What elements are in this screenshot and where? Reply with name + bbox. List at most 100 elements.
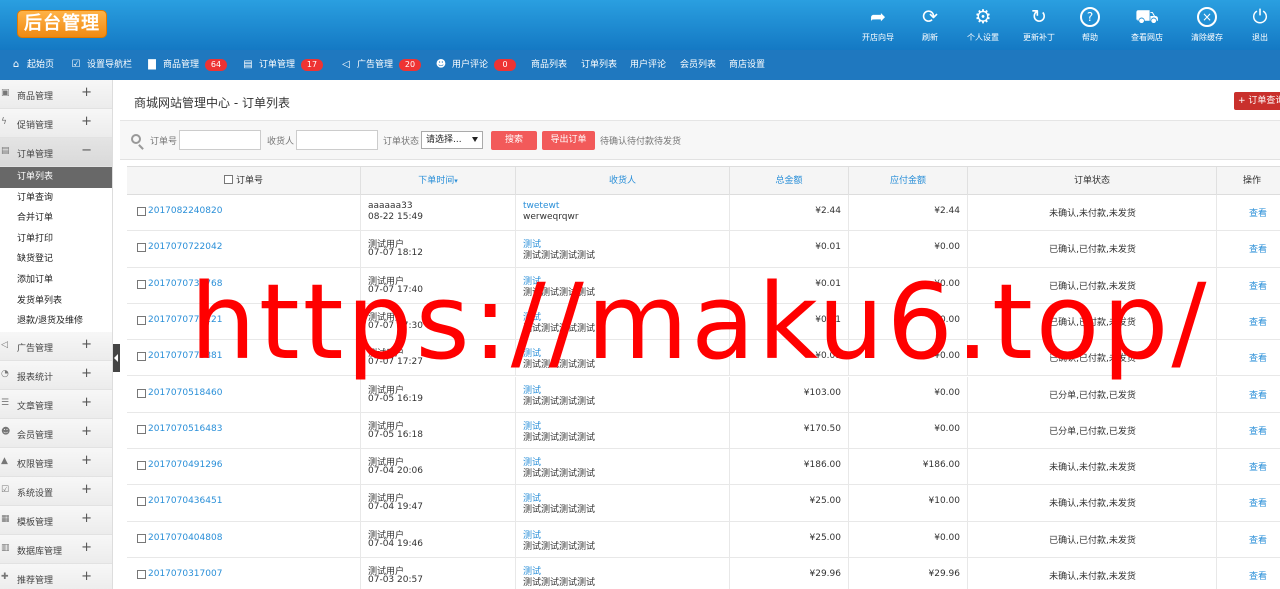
nav-item-5[interactable]: ☻ 用户评论 0 <box>435 50 517 80</box>
sidebar-group-recommend[interactable]: ✚ 推荐管理 + <box>0 563 112 589</box>
row-checkbox[interactable] <box>137 497 146 507</box>
payable-amount: ¥0.00 <box>934 242 960 253</box>
row-checkbox[interactable] <box>137 352 146 362</box>
sidebar-subitem-7[interactable]: 退款/退货及维修 <box>0 311 112 332</box>
export-orders-button[interactable]: 导出订单 <box>542 131 595 150</box>
sidebar-group-goods[interactable]: ▣ 商品管理 + <box>0 80 112 109</box>
sidebar-subitem-2[interactable]: 合并订单 <box>0 208 112 229</box>
sidebar-group-promotion[interactable]: ϟ 促销管理 + <box>0 109 112 138</box>
sidebar-group-database[interactable]: ▥ 数据库管理 + <box>0 534 112 564</box>
sidebar-group-ad[interactable]: ◁ 广告管理 + <box>0 331 112 361</box>
order-no-link[interactable]: 2017070436451 <box>148 496 222 506</box>
consignee-name-link[interactable]: twetewt <box>523 201 559 211</box>
column-consignee[interactable]: 收货人 <box>516 167 730 195</box>
search-button[interactable]: 搜索 <box>491 131 537 150</box>
select-all-checkbox[interactable] <box>223 175 233 184</box>
sidebar-group-system[interactable]: ☑ 系统设置 + <box>0 476 112 506</box>
toolbar-button-7[interactable]: ⏻ 退出 <box>1232 4 1280 48</box>
column-payable[interactable]: 应付金额 <box>849 167 968 195</box>
sidebar-subitem-1[interactable]: 订单查询 <box>0 187 112 209</box>
operation-cell: 查看 <box>1217 449 1280 485</box>
toolbar-button-0[interactable]: ➦ 开店向导 <box>850 4 906 48</box>
nav-item-6[interactable]: 商品列表 <box>531 50 567 80</box>
view-order-link[interactable]: 查看 <box>1249 460 1267 473</box>
quick-filter-to-confirm[interactable]: 待确认 <box>600 134 627 147</box>
toolbar-button-6[interactable]: × 清除缓存 <box>1179 4 1235 48</box>
row-checkbox[interactable] <box>137 388 146 398</box>
order-no-link[interactable]: 2017070317007 <box>148 569 222 579</box>
view-order-link[interactable]: 查看 <box>1249 388 1267 401</box>
sidebar-subitem-6[interactable]: 发货单列表 <box>0 290 112 312</box>
view-order-link[interactable]: 查看 <box>1249 279 1267 292</box>
consignee-label: 收货人 <box>267 137 295 147</box>
order-query-button[interactable]: + 订单查询 <box>1234 92 1280 110</box>
row-checkbox[interactable] <box>137 533 146 543</box>
view-order-link[interactable]: 查看 <box>1249 496 1267 509</box>
total-amount: ¥2.44 <box>815 206 841 216</box>
view-order-link[interactable]: 查看 <box>1249 533 1267 546</box>
sidebar-subitem-0[interactable]: 订单列表 <box>0 167 112 188</box>
row-checkbox[interactable] <box>137 570 146 579</box>
order-no-link[interactable]: 2017070777221 <box>148 315 222 325</box>
nav-item-7[interactable]: 订单列表 <box>581 50 617 80</box>
sidebar-group-article[interactable]: ☰ 文章管理 + <box>0 389 112 419</box>
view-order-link[interactable]: 查看 <box>1249 569 1267 582</box>
ad-icon: ◁ <box>1 339 8 350</box>
sidebar-group-lock[interactable]: ▲ 权限管理 + <box>0 447 112 477</box>
row-checkbox[interactable] <box>137 207 146 216</box>
toolbar-button-1[interactable]: ⟳ 刷新 <box>902 4 958 48</box>
row-checkbox[interactable] <box>137 279 146 289</box>
view-order-link[interactable]: 查看 <box>1249 315 1267 328</box>
nav-item-2[interactable]: ▇ 商品管理 64 <box>146 50 228 80</box>
order-no-link[interactable]: 2017070516483 <box>148 424 222 434</box>
nav-item-8[interactable]: 用户评论 <box>630 50 666 80</box>
sidebar-group-template[interactable]: ▦ 模板管理 + <box>0 505 112 535</box>
column-total[interactable]: 总金额 <box>730 167 849 195</box>
quick-filter-to-pay[interactable]: 待付款 <box>627 134 654 147</box>
order-no-link[interactable]: 2017070491296 <box>148 460 222 470</box>
sidebar-group-report[interactable]: ◔ 报表统计 + <box>0 360 112 390</box>
quick-filter-to-ship[interactable]: 待发货 <box>654 134 681 147</box>
sidebar-group-member[interactable]: ☻ 会员管理 + <box>0 418 112 448</box>
view-order-link[interactable]: 查看 <box>1249 242 1267 255</box>
view-order-link[interactable]: 查看 <box>1249 206 1267 219</box>
total-cell: ¥25.00 <box>730 521 849 558</box>
sidebar-subitem-5[interactable]: 添加订单 <box>0 269 112 291</box>
sidebar-subitem-4[interactable]: 缺货登记 <box>0 249 112 270</box>
row-checkbox[interactable] <box>137 424 146 434</box>
sidebar-collapse-handle[interactable] <box>113 344 120 372</box>
nav-item-9[interactable]: 会员列表 <box>680 50 716 80</box>
order-time: 07-04 19:46 <box>368 538 423 549</box>
sidebar-group-order[interactable]: ▤ 订单管理 − <box>0 138 112 167</box>
order-no-link[interactable]: 2017070404808 <box>148 533 222 543</box>
nav-item-3[interactable]: ▤ 订单管理 17 <box>242 50 324 80</box>
users-icon: ☻ <box>435 59 447 70</box>
toolbar-button-4[interactable]: ? 帮助 <box>1062 4 1118 48</box>
column-order-time[interactable]: 下单时间▾ <box>361 167 516 195</box>
row-checkbox[interactable] <box>137 243 146 253</box>
consignee-address: 测试测试测试测试 <box>523 251 596 262</box>
toolbar-button-2[interactable]: ⚙ 个人设置 <box>955 4 1011 48</box>
nav-item-0[interactable]: ⌂ 起始页 <box>10 50 54 80</box>
row-checkbox[interactable] <box>137 461 146 471</box>
row-checkbox[interactable] <box>137 315 146 325</box>
sidebar-subitem-3[interactable]: 订单打印 <box>0 228 112 250</box>
view-order-link[interactable]: 查看 <box>1249 424 1267 437</box>
order-no-input[interactable] <box>179 130 261 150</box>
order-no-link[interactable]: 2017070518460 <box>148 388 222 398</box>
order-no-link[interactable]: 2017070775881 <box>148 351 222 361</box>
order-no-link[interactable]: 2017082240820 <box>148 206 222 216</box>
status-select[interactable]: 请选择... <box>421 131 483 149</box>
nav-item-4[interactable]: ◁ 广告管理 20 <box>340 50 422 80</box>
order-no-cell: 2017070491296 <box>127 449 361 486</box>
toolbar-button-3[interactable]: ↻ 更新补丁 <box>1011 4 1067 48</box>
consignee-input[interactable] <box>296 130 378 150</box>
view-order-link[interactable]: 查看 <box>1249 351 1267 364</box>
nav-item-1[interactable]: ☑ 设置导航栏 <box>70 50 133 80</box>
nav-item-10[interactable]: 商店设置 <box>729 50 765 80</box>
toolbar-button-5[interactable]: ⛟ 查看网店 <box>1119 4 1175 48</box>
table-row: 2017070777221 测试用户 07-07 17:30 测试 测试测试测试测试 ¥0… <box>127 303 1280 341</box>
order-no-link[interactable]: 2017070738768 <box>148 279 222 289</box>
consignee-cell: 测试 测试测试测试测试 <box>516 485 730 522</box>
order-no-link[interactable]: 2017070722042 <box>148 242 222 252</box>
